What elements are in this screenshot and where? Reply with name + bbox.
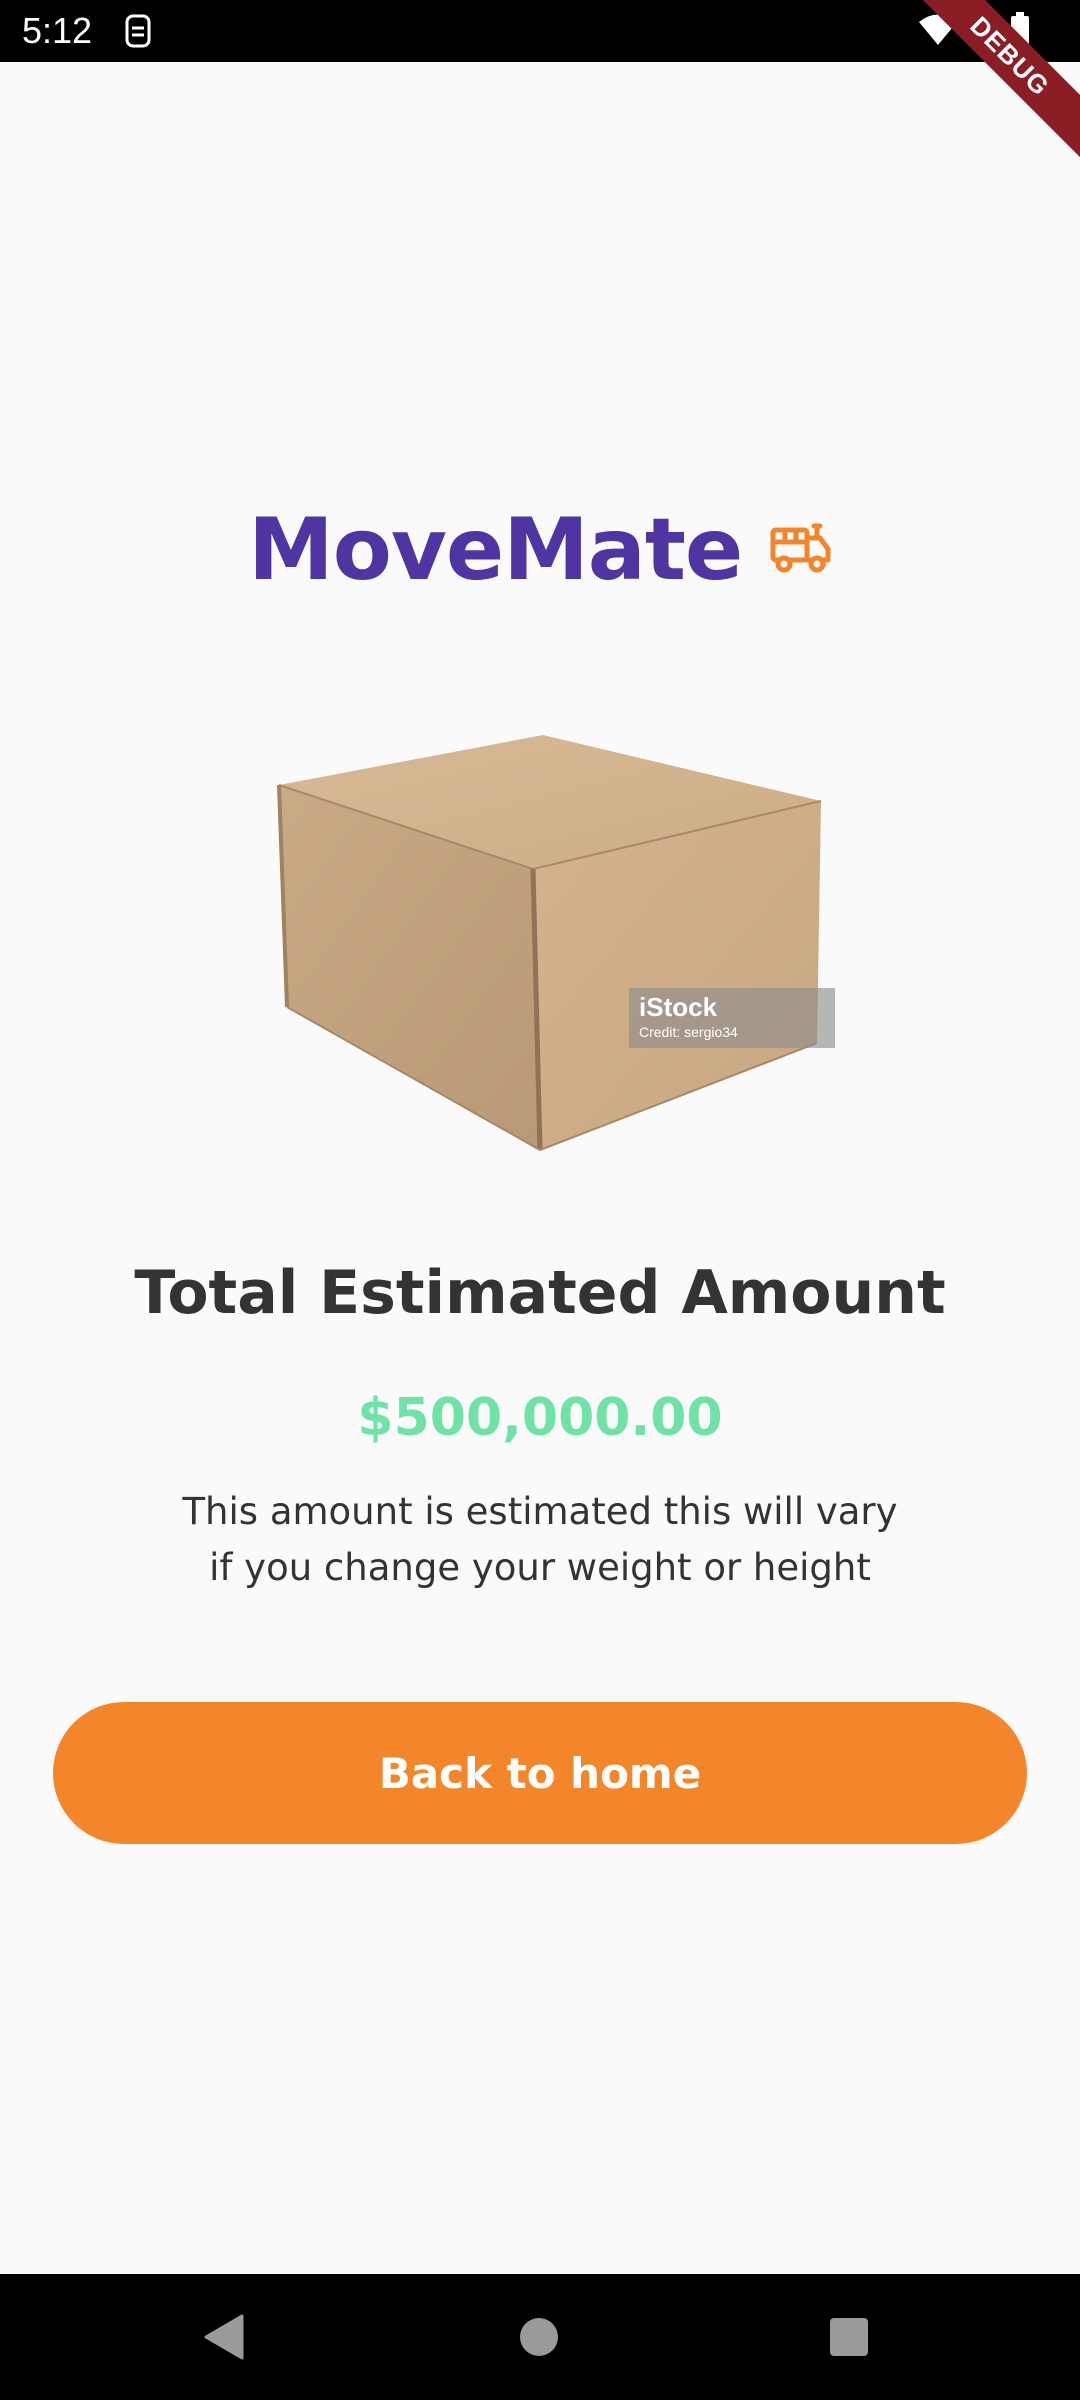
estimated-amount: $500,000.00 — [357, 1388, 723, 1448]
home-circle-icon[interactable] — [520, 2318, 558, 2356]
estimate-note: This amount is estimated this will vary … — [0, 1484, 1080, 1596]
recents-square-icon[interactable] — [830, 2318, 868, 2356]
truck-icon — [770, 522, 832, 578]
back-to-home-button[interactable]: Back to home — [53, 1702, 1027, 1844]
brand-header: MoveMate — [0, 500, 1080, 600]
watermark-credit: Credit: sergio34 — [639, 1024, 738, 1040]
status-time: 5:12 — [22, 10, 93, 51]
sim-card-icon — [124, 14, 152, 53]
estimate-note-line-1: This amount is estimated this will vary — [182, 1490, 898, 1533]
watermark-brand: iStock — [639, 992, 718, 1022]
estimate-headline: Total Estimated Amount — [134, 1258, 946, 1328]
back-triangle-icon[interactable] — [202, 2314, 246, 2365]
watermark: iStock Credit: sergio34 — [629, 988, 835, 1048]
box-image: iStock Credit: sergio34 — [265, 725, 845, 1165]
status-bar: 5:12 — [0, 0, 1080, 62]
app-title: MoveMate — [248, 500, 743, 600]
system-nav-bar — [0, 2274, 1080, 2400]
estimate-note-line-2: if you change your weight or height — [209, 1546, 871, 1589]
